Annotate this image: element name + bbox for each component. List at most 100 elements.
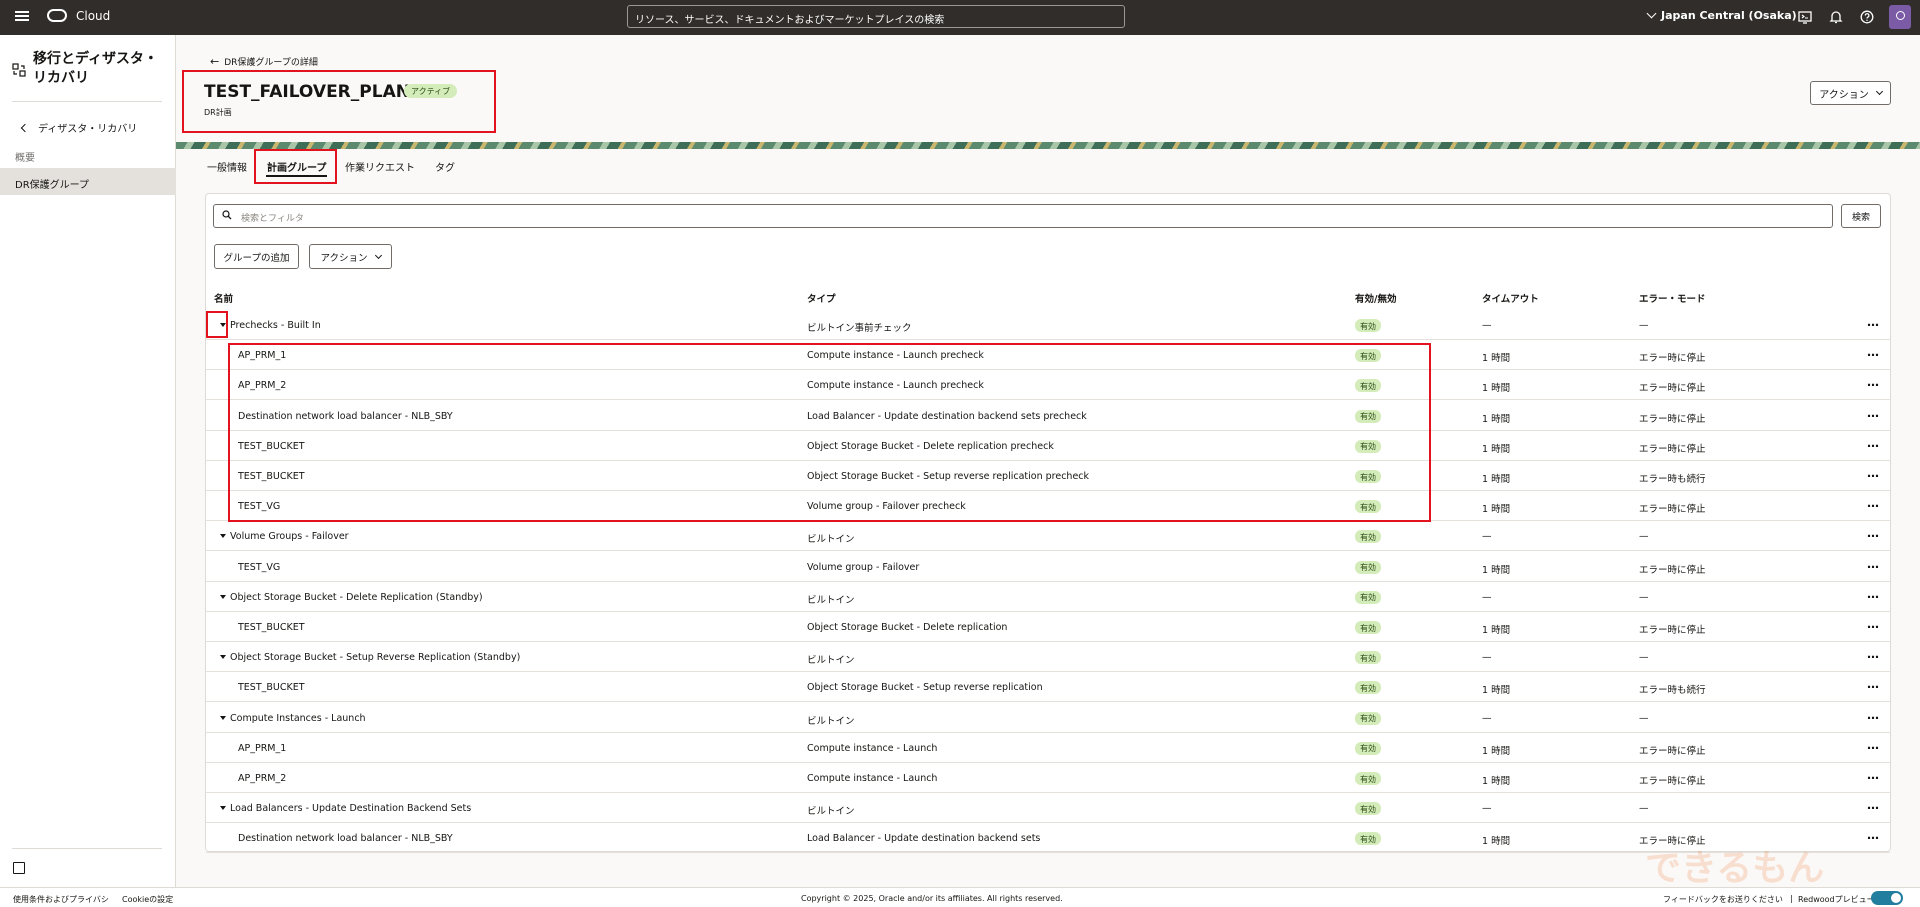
group-name: Volume Groups - Failover (230, 531, 349, 543)
timeout-value: — (1482, 320, 1492, 331)
sidebar-item-dr-protection-groups[interactable]: DR保護グループ (0, 168, 176, 195)
table-row[interactable]: TEST_BUCKET Object Storage Bucket - Setup… (206, 672, 1890, 703)
help-icon[interactable] (1860, 10, 1874, 24)
error-mode-value: — (1639, 803, 1649, 815)
row-actions-menu-icon[interactable]: ⋯ (1867, 590, 1880, 604)
global-search-input[interactable]: リソース、サービス、ドキュメントおよびマーケットプレイスの検索 (627, 5, 1125, 28)
bell-icon[interactable] (1829, 10, 1843, 24)
tab-general-info[interactable]: 一般情報 (207, 159, 247, 174)
row-actions-menu-icon[interactable]: ⋯ (1867, 529, 1880, 543)
row-actions-menu-icon[interactable]: ⋯ (1867, 620, 1880, 634)
column-header-timeout[interactable]: タイムアウト (1482, 291, 1539, 305)
table-actions-label: アクション (320, 252, 368, 264)
member-name: TEST_VG (238, 561, 281, 573)
enabled-badge: 有効 (1355, 741, 1381, 755)
table-group-row[interactable]: Compute Instances - Launch ビルトイン 有効 — — ⋯ (206, 703, 1890, 733)
hamburger-menu-icon[interactable] (15, 9, 29, 23)
table-row[interactable]: AP_PRM_2 Compute instance - Launch 有効 1 時間 エ… (206, 763, 1890, 793)
row-actions-menu-icon[interactable]: ⋯ (1867, 801, 1880, 815)
tab-tags[interactable]: タグ (435, 159, 455, 174)
collapse-sidebar-icon[interactable] (13, 862, 25, 874)
row-actions-menu-icon[interactable]: ⋯ (1867, 409, 1880, 423)
region-selector[interactable]: Japan Central (Osaka) (1646, 8, 1797, 22)
table-row[interactable]: TEST_BUCKET Object Storage Bucket - Delet… (206, 612, 1890, 642)
row-actions-menu-icon[interactable]: ⋯ (1867, 650, 1880, 664)
enabled-badge: 有効 (1355, 711, 1381, 725)
filter-search-input[interactable]: 検索とフィルタ (213, 204, 1833, 228)
table-actions-button[interactable]: アクション (309, 244, 392, 269)
row-actions-menu-icon[interactable]: ⋯ (1867, 771, 1880, 785)
row-actions-menu-icon[interactable]: ⋯ (1867, 469, 1880, 483)
oracle-logo-icon[interactable] (47, 9, 67, 22)
enabled-badge: 有効 (1355, 319, 1381, 332)
column-header-enabled[interactable]: 有効/無効 (1355, 291, 1396, 305)
cloud-shell-icon[interactable] (1798, 10, 1812, 24)
group-name: Prechecks - Built In (230, 320, 321, 331)
table-group-row[interactable]: Object Storage Bucket - Delete Replicati… (206, 582, 1890, 612)
table-group-row[interactable]: Load Balancers - Update Destination Back… (206, 793, 1890, 824)
group-name: Object Storage Bucket - Setup Reverse Re… (230, 652, 521, 664)
expand-caret-icon[interactable] (220, 534, 226, 539)
error-mode-value: エラー時に停止 (1639, 745, 1706, 757)
row-actions-menu-icon[interactable]: ⋯ (1867, 348, 1880, 362)
table-row[interactable]: TEST_VG Volume group - Failover 有効 1 時間 エラー時… (206, 552, 1890, 582)
column-header-error-mode[interactable]: エラー・モード (1639, 291, 1706, 305)
row-actions-menu-icon[interactable]: ⋯ (1867, 499, 1880, 513)
highlight-box-prechecks (228, 343, 1431, 522)
sidebar: 移行とディザスタ・リカバリ ディザスタ・リカバリ 概要 DR保護グループ (0, 35, 176, 887)
timeout-value: 1 時間 (1482, 685, 1511, 697)
column-header-name[interactable]: 名前 (214, 291, 233, 305)
table-group-row[interactable]: Volume Groups - Failover ビルトイン 有効 — — ⋯ (206, 521, 1890, 552)
member-name: TEST_BUCKET (238, 682, 305, 694)
timeout-value: 1 時間 (1482, 836, 1511, 848)
error-mode-value: — (1639, 531, 1649, 543)
error-mode-value: エラー時も続行 (1639, 474, 1706, 485)
row-actions-menu-icon[interactable]: ⋯ (1867, 560, 1880, 574)
redwood-preview-toggle[interactable] (1871, 891, 1903, 905)
table-group-row[interactable]: Object Storage Bucket - Setup Reverse Re… (206, 642, 1890, 673)
step-type: ビルトイン (807, 594, 855, 606)
user-avatar[interactable] (1889, 5, 1911, 29)
search-icon (222, 210, 232, 220)
brand-label[interactable]: Cloud (76, 9, 110, 23)
timeout-value: 1 時間 (1482, 504, 1511, 516)
highlight-box-title (182, 70, 496, 133)
row-actions-menu-icon[interactable]: ⋯ (1867, 680, 1880, 694)
sidebar-back-label: ディザスタ・リカバリ (38, 124, 138, 135)
breadcrumb-back-link[interactable]: ← DR保護グループの詳細 (210, 55, 318, 68)
arrow-left-icon: ← (210, 55, 220, 68)
sidebar-item-overview[interactable]: 概要 (15, 149, 35, 164)
row-actions-menu-icon[interactable]: ⋯ (1867, 711, 1880, 725)
timeout-value: 1 時間 (1482, 413, 1511, 425)
chevron-left-icon (20, 123, 30, 132)
row-actions-menu-icon[interactable]: ⋯ (1867, 318, 1880, 332)
top-navigation-bar: Cloud リソース、サービス、ドキュメントおよびマーケットプレイスの検索 Ja… (0, 0, 1920, 35)
expand-caret-icon[interactable] (220, 715, 226, 720)
timeout-value: — (1482, 591, 1492, 603)
row-actions-menu-icon[interactable]: ⋯ (1867, 378, 1880, 392)
table-group-row[interactable]: Prechecks - Built In ビルトイン事前チェック 有効 — — ⋯ (206, 310, 1890, 340)
step-type: ビルトイン (807, 534, 855, 546)
cookie-settings-link[interactable]: Cookieの設定 (122, 894, 173, 905)
expand-caret-icon[interactable] (220, 594, 226, 599)
watermark-logo: できるもん (1645, 848, 1824, 889)
tab-work-requests[interactable]: 作業リクエスト (345, 159, 415, 174)
add-group-button[interactable]: グループの追加 (214, 244, 299, 269)
search-button[interactable]: 検索 (1841, 204, 1881, 228)
expand-caret-icon[interactable] (220, 655, 226, 660)
terms-link[interactable]: 使用条件およびプライバシ (13, 894, 109, 905)
expand-caret-icon[interactable] (220, 806, 226, 811)
header-actions-button[interactable]: アクション (1810, 81, 1891, 105)
group-name: Load Balancers - Update Destination Back… (230, 803, 472, 815)
row-actions-menu-icon[interactable]: ⋯ (1867, 741, 1880, 755)
enabled-badge: 有効 (1355, 621, 1381, 634)
row-actions-menu-icon[interactable]: ⋯ (1867, 439, 1880, 453)
enabled-badge: 有効 (1355, 772, 1381, 785)
column-header-type[interactable]: タイプ (807, 291, 836, 305)
timeout-value: — (1482, 652, 1492, 664)
table-row[interactable]: AP_PRM_1 Compute instance - Launch 有効 1 時間 エ… (206, 733, 1890, 763)
feedback-link[interactable]: フィードバックをお送りください (1663, 894, 1783, 905)
table-row[interactable]: Destination network load balancer - NLB_… (206, 823, 1890, 854)
enabled-badge: 有効 (1355, 832, 1381, 846)
sidebar-back-link[interactable]: ディザスタ・リカバリ (20, 120, 138, 135)
